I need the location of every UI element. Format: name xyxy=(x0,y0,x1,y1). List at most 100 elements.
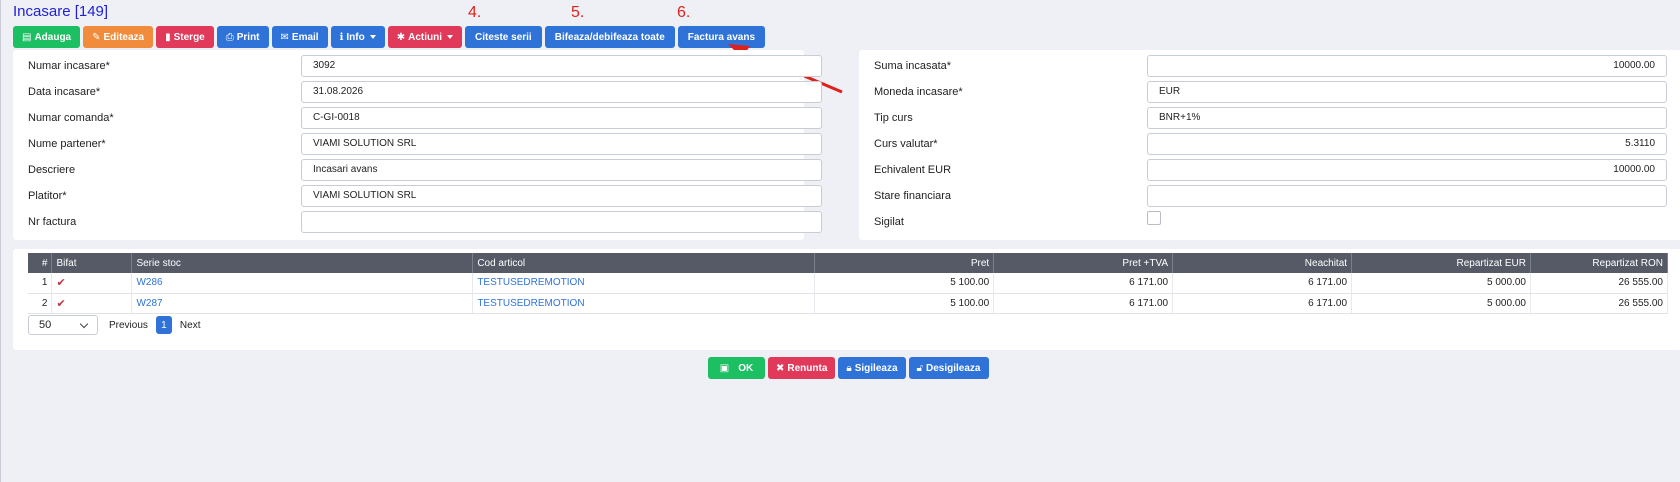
form-row-nr-factura: Nr factura xyxy=(13,209,822,235)
envelope-icon: ✉ xyxy=(280,31,289,43)
toggle-all-button[interactable]: Bifeaza/debifeaza toate xyxy=(544,26,675,48)
info-dropdown[interactable]: ℹ Info xyxy=(330,26,385,48)
invoice-number-field[interactable] xyxy=(301,211,822,233)
chevron-down-icon xyxy=(79,319,89,328)
gear-icon: ✱ xyxy=(396,31,406,43)
amount-details-panel: Suma incasata* 10000.00 Moneda incasare*… xyxy=(859,50,1680,240)
column-header[interactable]: Bifat xyxy=(51,253,133,273)
page-title: Incasare [149] xyxy=(13,3,109,20)
field-label: Descriere xyxy=(28,164,76,176)
currency-field[interactable]: EUR xyxy=(1147,81,1667,103)
description-field[interactable]: Incasari avans xyxy=(301,159,822,181)
column-header[interactable]: Neachitat xyxy=(1172,253,1353,273)
toolbar: ▤ Adauga ✎ Editeaza ▮ Sterge ⎙ Print ✉ Email … xyxy=(13,26,766,48)
field-label: Numar incasare* xyxy=(28,60,110,72)
print-button[interactable]: ⎙ Print xyxy=(216,26,269,48)
ok-button[interactable]: ▣ OK xyxy=(708,357,765,379)
field-label: Echivalent EUR xyxy=(874,164,952,176)
checked-cell[interactable]: ✔ xyxy=(51,293,133,314)
form-row-sigilat: Sigilat xyxy=(859,209,1680,235)
form-row-stare-financiara: Stare financiara xyxy=(859,183,1680,209)
page-1-button[interactable]: 1 xyxy=(155,316,172,334)
form-row-moneda-incasare: Moneda incasare* EUR xyxy=(859,79,1680,105)
caret-down-icon xyxy=(369,35,376,39)
column-header[interactable]: Serie stoc xyxy=(131,253,474,273)
receipt-date-field[interactable]: 31.08.2026 xyxy=(301,81,822,103)
allocated-eur-cell: 5 000.00 xyxy=(1351,273,1531,294)
serie-stoc-link[interactable]: W286 xyxy=(131,273,474,294)
field-label: Data incasare* xyxy=(28,86,101,98)
unseal-button[interactable]: 🔓︎ Desigileaza xyxy=(908,357,989,379)
allocated-eur-cell: 5 000.00 xyxy=(1351,293,1531,314)
items-table: # Bifat Serie stoc Cod articol Pret Pret… xyxy=(28,253,1669,314)
field-label: Stare financiara xyxy=(874,190,952,202)
sealed-checkbox[interactable] xyxy=(1147,211,1161,225)
order-number-field[interactable]: C-GI-0018 xyxy=(301,107,822,129)
annotation-step-5: 5. xyxy=(571,4,585,21)
form-row-platitor: Platitor* VIAMI SOLUTION SRL xyxy=(13,183,822,209)
form-row-descriere: Descriere Incasari avans xyxy=(13,157,822,183)
unpaid-cell: 6 171.00 xyxy=(1172,293,1353,314)
price-cell: 5 100.00 xyxy=(814,273,995,294)
rate-type-field[interactable]: BNR+1% xyxy=(1147,107,1667,129)
field-label: Sigilat xyxy=(874,216,904,228)
cod-articol-link[interactable]: TESTUSEDREMOTION xyxy=(472,293,816,314)
caret-down-icon xyxy=(447,35,454,39)
serie-stoc-link[interactable]: W287 xyxy=(131,293,474,314)
email-button[interactable]: ✉ Email xyxy=(271,26,328,48)
delete-button[interactable]: ▮ Sterge xyxy=(156,26,214,48)
read-series-button[interactable]: Citeste serii xyxy=(465,26,542,48)
column-header[interactable]: Cod articol xyxy=(472,253,816,273)
column-header[interactable]: Pret +TVA xyxy=(993,253,1174,273)
pagination: 50 Previous 1 Next xyxy=(28,315,200,335)
price-vat-cell: 6 171.00 xyxy=(993,293,1174,314)
annotation-step-6: 6. xyxy=(677,4,691,21)
lock-icon: 🔒︎ xyxy=(846,362,852,374)
field-label: Nr factura xyxy=(28,216,77,228)
form-row-curs-valutar: Curs valutar* 5.3110 xyxy=(859,131,1680,157)
edit-button[interactable]: ✎ Editeaza xyxy=(83,26,154,48)
table-row[interactable]: 2 ✔ W287 TESTUSEDREMOTION 5 100.00 6 171… xyxy=(28,293,1669,314)
partner-name-field[interactable]: VIAMI SOLUTION SRL xyxy=(301,133,822,155)
price-cell: 5 100.00 xyxy=(814,293,995,314)
annotation-step-4: 4. xyxy=(468,4,482,21)
column-header[interactable]: Pret xyxy=(814,253,995,273)
checked-cell[interactable]: ✔ xyxy=(51,273,133,294)
next-page-link[interactable]: Next xyxy=(180,320,201,331)
field-label: Numar comanda* xyxy=(28,112,114,124)
form-row-tip-curs: Tip curs BNR+1% xyxy=(859,105,1680,131)
receipt-number-field[interactable]: 3092 xyxy=(301,55,822,77)
financial-status-field[interactable] xyxy=(1147,185,1667,207)
checked-icon: ✔ xyxy=(56,297,66,310)
table-row[interactable]: 1 ✔ W286 TESTUSEDREMOTION 5 100.00 6 171… xyxy=(28,273,1669,294)
exchange-rate-field[interactable]: 5.3110 xyxy=(1147,133,1667,155)
add-button[interactable]: ▤ Adauga xyxy=(13,26,81,48)
form-row-data-incasare: Data incasare* 31.08.2026 xyxy=(13,79,822,105)
save-icon: ▣ xyxy=(719,362,730,374)
amount-received-field[interactable]: 10000.00 xyxy=(1147,55,1667,77)
form-row-numar-incasare: Numar incasare* 3092 xyxy=(13,53,822,79)
form-row-nume-partener: Nume partener* VIAMI SOLUTION SRL xyxy=(13,131,822,157)
field-label: Suma incasata* xyxy=(874,60,952,72)
page-size-select[interactable]: 50 xyxy=(28,315,98,335)
payer-field[interactable]: VIAMI SOLUTION SRL xyxy=(301,185,822,207)
column-header[interactable]: # xyxy=(28,253,53,273)
unlock-icon: 🔓︎ xyxy=(916,362,924,374)
cod-articol-link[interactable]: TESTUSEDREMOTION xyxy=(472,273,816,294)
seal-button[interactable]: 🔒︎ Sigileaza xyxy=(838,357,906,379)
allocated-ron-cell: 26 555.00 xyxy=(1530,273,1669,294)
previous-page-link[interactable]: Previous xyxy=(109,320,148,331)
form-row-suma-incasata: Suma incasata* 10000.00 xyxy=(859,53,1680,79)
trash-icon: ▮ xyxy=(165,31,171,43)
form-actions: ▣ OK ✖ Renunta 🔒︎ Sigileaza 🔓︎ Desigileaza xyxy=(708,357,989,379)
allocated-ron-cell: 26 555.00 xyxy=(1530,293,1669,314)
items-table-panel: # Bifat Serie stoc Cod articol Pret Pret… xyxy=(13,249,1680,350)
column-header[interactable]: Repartizat RON xyxy=(1530,253,1669,273)
table-header-row: # Bifat Serie stoc Cod articol Pret Pret… xyxy=(28,253,1669,273)
actions-dropdown[interactable]: ✱ Actiuni xyxy=(387,26,463,48)
cancel-button[interactable]: ✖ Renunta xyxy=(768,357,836,379)
unpaid-cell: 6 171.00 xyxy=(1172,273,1353,294)
column-header[interactable]: Repartizat EUR xyxy=(1351,253,1531,273)
eur-equivalent-field[interactable]: 10000.00 xyxy=(1147,159,1667,181)
row-index: 2 xyxy=(28,293,53,314)
